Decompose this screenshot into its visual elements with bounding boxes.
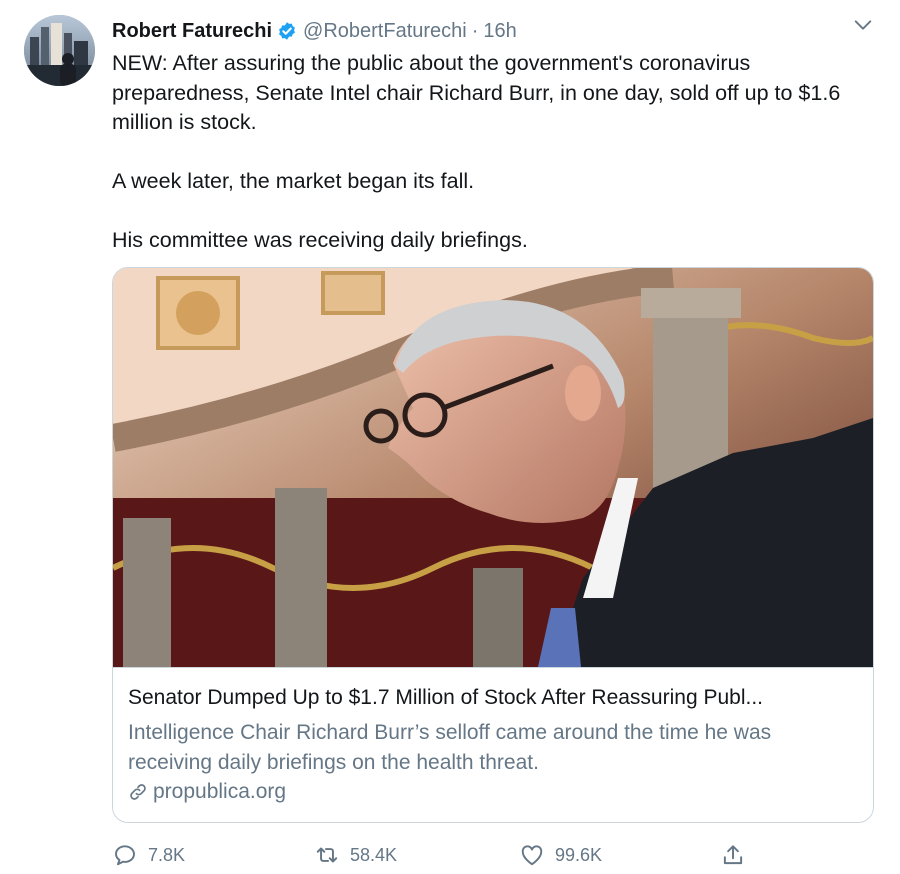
author-name[interactable]: Robert Faturechi — [112, 20, 272, 43]
verified-badge-icon — [279, 22, 295, 40]
card-title: Senator Dumped Up to $1.7 Million of Sto… — [128, 686, 763, 709]
tweet-actions: 7.8K 58.4K 99.6K — [0, 840, 900, 870]
timestamp[interactable]: 16h — [483, 20, 516, 43]
retweet-button[interactable]: 58.4K — [314, 840, 397, 870]
tweet-text: NEW: After assuring the public about the… — [112, 49, 882, 285]
like-button[interactable]: 99.6K — [519, 840, 602, 870]
link-card[interactable]: Senator Dumped Up to $1.7 Million of Sto… — [112, 267, 874, 823]
retweet-count: 58.4K — [350, 844, 398, 865]
avatar[interactable] — [24, 15, 95, 86]
tweet-paragraph: His committee was receiving daily briefi… — [112, 228, 528, 252]
card-domain: propublica.org — [128, 780, 286, 804]
tweet-header: Robert Faturechi @RobertFaturechi · 16h — [112, 16, 517, 46]
author-handle[interactable]: @RobertFaturechi — [303, 20, 467, 43]
chevron-down-icon[interactable] — [852, 14, 874, 36]
tweet-paragraph: NEW: After assuring the public about the… — [112, 51, 841, 134]
card-domain-text: propublica.org — [153, 780, 287, 803]
separator-dot: · — [471, 19, 479, 42]
card-description: Intelligence Chair Richard Burr’s sellof… — [128, 721, 772, 774]
link-icon — [130, 784, 146, 800]
tweet-paragraph: A week later, the market began its fall. — [112, 169, 475, 193]
like-count: 99.6K — [555, 844, 603, 865]
avatar-image — [24, 15, 95, 86]
reply-button[interactable]: 7.8K — [112, 840, 185, 870]
share-button[interactable] — [720, 840, 756, 870]
reply-count: 7.8K — [148, 844, 186, 865]
share-icon — [723, 845, 743, 865]
retweet-icon — [316, 847, 338, 863]
heart-icon — [521, 845, 543, 866]
card-image[interactable] — [113, 268, 873, 668]
reply-icon — [115, 845, 135, 866]
